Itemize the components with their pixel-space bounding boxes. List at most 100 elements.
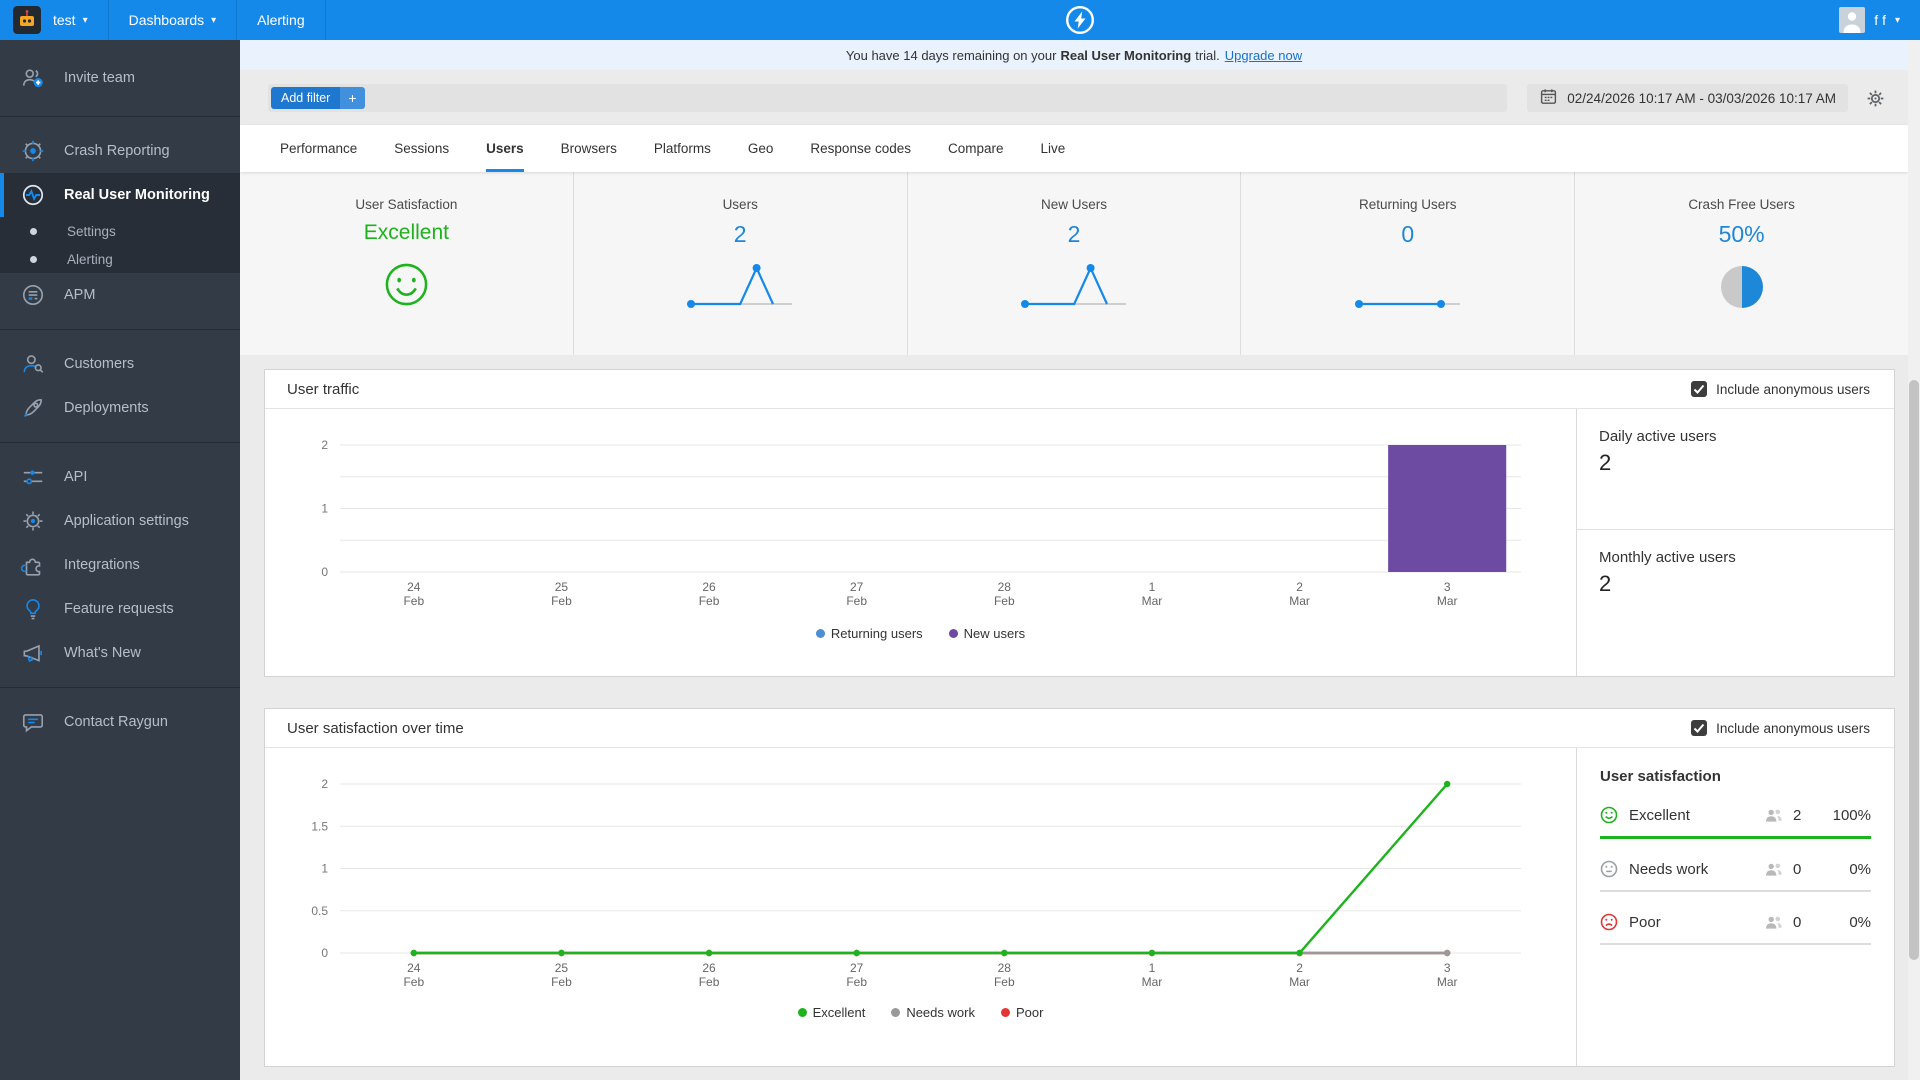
svg-text:24: 24 [407,580,421,594]
svg-text:Feb: Feb [846,975,867,989]
workspace-menu[interactable]: test ▾ [53,0,108,40]
stats-row: User Satisfaction Excellent Users 2 New … [240,172,1908,355]
sidebar-item-contact-raygun[interactable]: Contact Raygun [0,700,240,744]
sidebar-item-integrations[interactable]: Integrations [0,543,240,587]
sidebar-item-deployments[interactable]: Deployments [0,386,240,430]
stat-returning-users: Returning Users 0 [1241,172,1575,355]
stat-users: Users 2 [574,172,908,355]
tab-geo[interactable]: Geo [748,125,774,172]
user-satisfaction-panel: User satisfaction over time Include anon… [264,708,1895,1067]
raygun-pulse-logo-icon [1065,5,1095,38]
include-anonymous-users-checkbox[interactable]: Include anonymous users [1691,381,1870,397]
bullet-icon [30,228,37,235]
user-traffic-header: User traffic Include anonymous users [265,370,1894,409]
checkbox-checked-icon [1691,720,1707,736]
sidebar-item-crash-reporting[interactable]: Crash Reporting [0,129,240,173]
sidebar-subitem-alerting[interactable]: Alerting [0,245,240,273]
chevron-down-icon: ▾ [211,15,216,26]
svg-text:2: 2 [321,438,328,452]
svg-text:3: 3 [1444,961,1451,975]
vertical-scrollbar[interactable] [1908,40,1920,1080]
legend-item-returning-users[interactable]: Returning users [816,626,923,641]
legend-dot-icon [816,629,825,638]
svg-text:0.5: 0.5 [311,904,328,918]
legend-dot-icon [949,629,958,638]
plus-icon: + [340,87,364,109]
tab-performance[interactable]: Performance [280,125,357,172]
tab-sessions[interactable]: Sessions [394,125,449,172]
tab-live[interactable]: Live [1041,125,1066,172]
upgrade-now-link[interactable]: Upgrade now [1225,48,1302,63]
chevron-down-icon: ▾ [83,15,88,26]
tab-response-codes[interactable]: Response codes [810,125,911,172]
svg-text:28: 28 [998,580,1012,594]
apm-icon [20,282,46,308]
app-logo-icon[interactable] [13,6,41,34]
sidebar-item-what-s-new[interactable]: What's New [0,631,240,675]
tab-users[interactable]: Users [486,125,524,172]
nav-divider [325,0,326,40]
satisfaction-rows: Excellent2100%Needs work00%Poor00% [1600,806,1871,945]
satisfaction-row-poor: Poor00% [1600,913,1871,945]
filter-input-bar[interactable]: Add filter + [268,84,1507,112]
legend-item-needs-work[interactable]: Needs work [891,1005,975,1020]
user-menu[interactable]: f f ▾ [1839,7,1920,33]
avatar [1839,7,1865,33]
legend-item-poor[interactable]: Poor [1001,1005,1043,1020]
date-range-picker[interactable]: 02/24/2026 10:17 AM - 03/03/2026 10:17 A… [1527,84,1848,112]
svg-text:Mar: Mar [1289,975,1310,989]
tab-platforms[interactable]: Platforms [654,125,711,172]
add-filter-button[interactable]: Add filter + [271,87,365,109]
svg-text:Feb: Feb [699,594,720,608]
svg-text:Mar: Mar [1142,594,1163,608]
legend-dot-icon [891,1008,900,1017]
svg-text:0: 0 [321,946,328,960]
svg-text:26: 26 [702,961,716,975]
svg-text:27: 27 [850,580,864,594]
sidebar-item-real-user-monitoring[interactable]: Real User Monitoring [0,173,240,217]
svg-text:Mar: Mar [1437,594,1458,608]
svg-text:28: 28 [998,961,1012,975]
stat-crash-free-users: Crash Free Users 50% [1575,172,1908,355]
scrollbar-thumb[interactable] [1909,380,1919,960]
svg-text:Feb: Feb [994,975,1015,989]
crash-free-pie-icon [1721,266,1763,308]
traffic-legend: Returning users New users [816,626,1025,641]
include-anonymous-users-checkbox[interactable]: Include anonymous users [1691,720,1870,736]
svg-text:27: 27 [850,961,864,975]
users-icon [1764,915,1784,930]
legend-item-new-users[interactable]: New users [949,626,1025,641]
legend-dot-icon [1001,1008,1010,1017]
main-content: You have 14 days remaining on your Real … [240,40,1908,1080]
legend-item-excellent[interactable]: Excellent [798,1005,866,1020]
sidebar-item-application-settings[interactable]: Application settings [0,499,240,543]
settings-gear-button[interactable] [1865,88,1886,109]
sidebar-subitem-settings[interactable]: Settings [0,217,240,245]
svg-text:2: 2 [321,777,328,791]
users-icon [1764,808,1784,823]
svg-text:Feb: Feb [846,594,867,608]
chevron-down-icon: ▾ [1895,15,1900,26]
sidebar-item-feature-requests[interactable]: Feature requests [0,587,240,631]
svg-text:2: 2 [1296,580,1303,594]
sidebar-item-api[interactable]: API [0,455,240,499]
sidebar-item-invite-team[interactable]: Invite team [0,56,240,100]
trial-banner: You have 14 days remaining on your Real … [240,40,1908,70]
integrations-icon [20,552,46,578]
filter-bar: Add filter + 02/24/2026 10:17 AM - 03/03… [268,84,1886,112]
api-icon [20,464,46,490]
svg-text:1: 1 [321,502,328,516]
svg-text:Mar: Mar [1289,594,1310,608]
calendar-icon [1539,87,1558,109]
sidebar-item-apm[interactable]: APM [0,273,240,317]
stat-user-satisfaction: User Satisfaction Excellent [240,172,574,355]
svg-text:1: 1 [1149,580,1156,594]
svg-text:1.5: 1.5 [311,819,328,833]
tab-browsers[interactable]: Browsers [561,125,617,172]
nav-item-alerting[interactable]: Alerting [237,0,324,40]
tab-compare[interactable]: Compare [948,125,1004,172]
sidebar-item-customers[interactable]: Customers [0,342,240,386]
satisfaction-row-needs-work: Needs work00% [1600,860,1871,892]
svg-text:25: 25 [555,580,569,594]
nav-item-dashboards[interactable]: Dashboards ▾ [109,0,237,40]
